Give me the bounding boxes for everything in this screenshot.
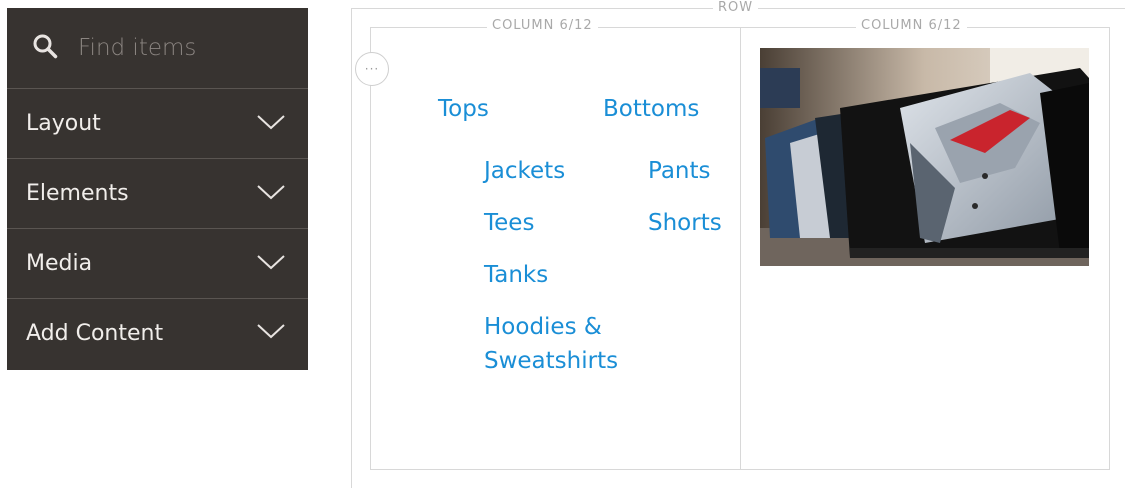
column-left-label: COLUMN 6/12 <box>487 18 598 33</box>
column-options-handle[interactable]: ··· <box>355 52 389 86</box>
link-hoodies-line2: Sweatshirts <box>484 348 619 374</box>
menu-item-media[interactable]: Media <box>7 229 308 299</box>
row-label: ROW <box>713 0 759 15</box>
search-input[interactable]: Find items <box>78 35 196 61</box>
link-tees[interactable]: Tees <box>484 206 534 240</box>
search-bar[interactable]: Find items <box>7 8 308 89</box>
link-pants[interactable]: Pants <box>648 154 711 188</box>
menu-item-layout[interactable]: Layout <box>7 89 308 159</box>
link-tops[interactable]: Tops <box>438 92 489 126</box>
panel-sidebar: Find items Layout Elements Media Add Con… <box>7 8 308 370</box>
link-bottoms[interactable]: Bottoms <box>603 92 699 126</box>
chevron-down-icon <box>256 113 286 135</box>
link-hoodies-sweatshirts[interactable]: Hoodies & Sweatshirts <box>484 310 618 378</box>
menu-item-label: Add Content <box>26 320 164 346</box>
product-image[interactable] <box>760 48 1089 266</box>
menu-item-elements[interactable]: Elements <box>7 159 308 229</box>
link-tanks[interactable]: Tanks <box>484 258 548 292</box>
menu-item-add-content[interactable]: Add Content <box>7 299 308 367</box>
link-shorts[interactable]: Shorts <box>648 206 722 240</box>
chevron-down-icon <box>256 183 286 205</box>
menu-item-label: Media <box>26 251 93 276</box>
column-right-label: COLUMN 6/12 <box>856 18 967 33</box>
more-icon: ··· <box>364 62 380 76</box>
chevron-down-icon <box>256 253 286 275</box>
chevron-down-icon <box>256 322 286 344</box>
search-icon <box>32 33 58 63</box>
shirts-photo-illustration <box>760 48 1089 266</box>
menu-item-label: Elements <box>26 181 129 206</box>
link-hoodies-line1: Hoodies & <box>484 314 602 340</box>
menu-item-label: Layout <box>26 111 101 136</box>
link-jackets[interactable]: Jackets <box>484 154 565 188</box>
